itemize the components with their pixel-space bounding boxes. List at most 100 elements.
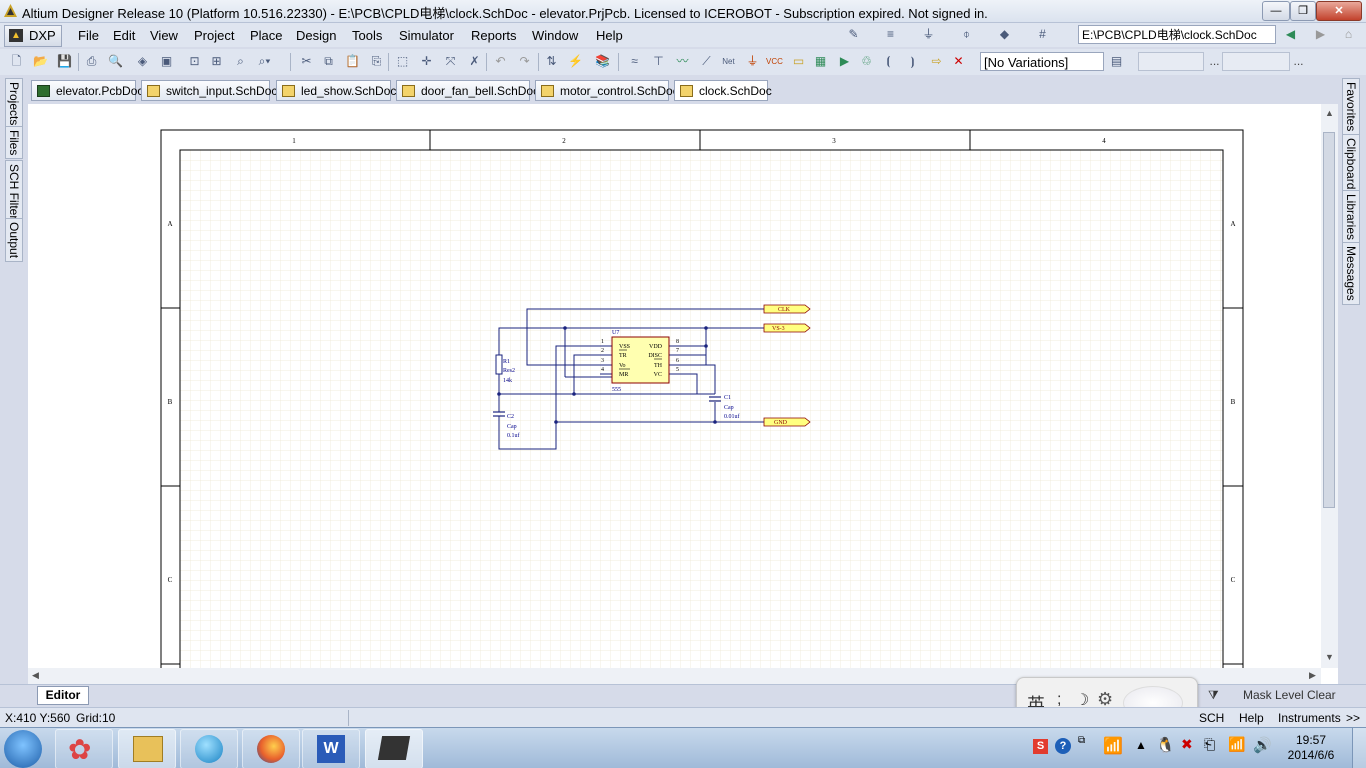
schematic-editor[interactable]: 1 2 3 4 A B C A B C U7 555 1 2 3 4 8 7 6… [28,104,1338,684]
start-button[interactable] [4,730,42,768]
close-button[interactable]: ✕ [1316,1,1362,21]
gnd-port-icon[interactable]: ⏚ [744,53,761,70]
variations-combo[interactable]: [No Variations] [980,52,1104,71]
zoom-area-icon[interactable]: ⊞ [208,53,225,70]
port-clk[interactable]: CLK [763,304,811,314]
mask-level-button[interactable]: Mask Level [1243,688,1304,702]
toolbar-more-1[interactable]: ... [1206,53,1223,70]
bus-entry-icon[interactable]: ⟋ [698,53,715,70]
taskbar-word[interactable]: W [302,729,360,768]
panel-tab-messages[interactable]: Messages [1342,242,1360,305]
menu-edit[interactable]: Edit [113,28,135,43]
usb-tray-icon[interactable]: ⎗ [1204,736,1215,753]
forward-icon[interactable]: ▶ [1312,26,1329,43]
redo-icon[interactable]: ↷ [516,53,533,70]
grid-icon[interactable]: # [1034,26,1051,43]
menu-file[interactable]: File [78,28,99,43]
board-icon[interactable]: ▣ [158,53,175,70]
tray-expand-icon[interactable]: ▲ [1135,738,1147,752]
open-icon[interactable]: 📂 [32,53,49,70]
dxp-menu[interactable]: ▲ DXP [4,25,62,47]
net-label-icon[interactable]: Net [720,53,737,70]
port-icon[interactable]: ⇨ [928,53,945,70]
harness-entry-icon[interactable]: ⦘ [904,53,921,70]
select-area-icon[interactable]: ⬚ [394,53,411,70]
tab-clock-schdoc[interactable]: clock.SchDoc [674,80,772,101]
vertical-scrollbar[interactable]: ▲ ▼ [1321,104,1338,668]
editor-tab[interactable]: Editor [37,686,89,705]
harness-icon[interactable]: ⦗ [880,53,897,70]
scroll-down-icon[interactable]: ▼ [1325,652,1334,662]
menu-tools[interactable]: Tools [352,28,382,43]
minimize-button[interactable]: — [1262,1,1290,21]
taskbar-firefox[interactable] [242,729,300,768]
menu-view[interactable]: View [150,28,178,43]
power-port-icon[interactable]: ⏚ [920,26,937,43]
zoom-select-icon[interactable]: ⌕ [232,53,249,70]
status-instruments-button[interactable]: Instruments [1278,711,1341,725]
menu-project[interactable]: Project [194,28,234,43]
tab-led-show[interactable]: led_show.SchDoc [276,80,396,101]
signal-harness-icon[interactable]: 〰 [674,53,691,70]
no-erc-icon[interactable]: ✕ [950,53,967,70]
qq-tray-icon[interactable]: 🐧 [1156,736,1175,754]
browse-library-icon[interactable]: 📚 [594,53,611,70]
layers-icon[interactable]: ◈ [134,53,151,70]
panel-tab-libraries[interactable]: Libraries [1342,190,1360,245]
tab-switch-input[interactable]: switch_input.SchDoc [141,80,277,101]
maximize-button[interactable]: ❐ [1290,1,1316,21]
wire-icon[interactable]: ≈ [626,53,643,70]
component-icon[interactable]: ◆ [996,26,1013,43]
sheet-entry-icon[interactable]: ▶ [836,53,853,70]
bus-icon[interactable]: ⊤ [650,53,667,70]
schematic-sheet[interactable]: 1 2 3 4 A B C A B C U7 555 1 2 3 4 8 7 6… [28,104,1338,684]
device-sheet-icon[interactable]: ♲ [858,53,875,70]
network-tray-icon[interactable]: ✖ [1181,736,1193,753]
scroll-up-icon[interactable]: ▲ [1325,108,1334,118]
paste-icon[interactable]: 📋 [344,53,361,70]
home-icon[interactable]: ⌂ [1340,26,1357,43]
sheet-symbol-icon[interactable]: ▦ [812,53,829,70]
empty-combo-2[interactable] [1222,52,1290,71]
place-wire-icon[interactable]: ✎ [845,26,862,43]
tab-elevator-pcbdoc[interactable]: elevator.PcbDoc [31,80,143,101]
status-help-button[interactable]: Help [1239,711,1264,725]
port-gnd[interactable]: GND [763,417,811,427]
panel-tab-output[interactable]: Output [5,218,23,263]
taskbar-altium[interactable] [365,729,423,768]
document-path-combo[interactable]: E:\PCB\CPLD电梯\clock.SchDoc [1078,25,1276,44]
filter-icon[interactable]: ⧩ [1208,688,1219,703]
tab-motor-control[interactable]: motor_control.SchDoc [535,80,679,101]
empty-combo-1[interactable] [1138,52,1204,71]
save-icon[interactable]: 💾 [56,53,73,70]
hierarchy-icon[interactable]: ⇅ [543,53,560,70]
panel-tab-sch-filter[interactable]: SCH Filter [5,160,23,224]
system-clock[interactable]: 19:57 2014/6/6 [1283,733,1339,763]
toolbar-more-2[interactable]: ... [1290,53,1307,70]
back-icon[interactable]: ◀ [1282,26,1299,43]
panel-tab-clipboard[interactable]: Clipboard [1342,134,1360,194]
tray-window-icon[interactable]: ⧉ [1078,735,1085,746]
move-selection-icon[interactable]: ⤧ [442,53,459,70]
scroll-thumb[interactable] [1323,132,1335,508]
probe-icon[interactable]: ⌽ [958,26,975,43]
menu-window[interactable]: Window [532,28,578,43]
zoom-dropdown-icon[interactable]: ⌕▾ [256,53,273,70]
cross-probe-icon[interactable]: ⚡ [567,53,584,70]
menu-reports[interactable]: Reports [471,28,517,43]
taskbar-qq[interactable] [180,729,238,768]
new-file-icon[interactable]: 🗋 [8,53,25,70]
cut-icon[interactable]: ✂ [298,53,315,70]
scroll-right-icon[interactable]: ▶ [1309,670,1316,681]
variants-icon[interactable]: ▤ [1108,53,1125,70]
vcc-port-icon[interactable]: VCC [766,53,783,70]
menu-design[interactable]: Design [296,28,336,43]
show-desktop-button[interactable] [1352,728,1366,768]
clear-button[interactable]: Clear [1307,688,1336,702]
scroll-left-icon[interactable]: ◀ [32,670,39,681]
align-icon[interactable]: ≡ [882,26,899,43]
taskbar-pinwheel-app[interactable]: ✿ [55,729,113,768]
menu-help[interactable]: Help [596,28,623,43]
sogou-tray-icon[interactable]: S [1033,739,1048,754]
panel-tab-favorites[interactable]: Favorites [1342,78,1360,136]
